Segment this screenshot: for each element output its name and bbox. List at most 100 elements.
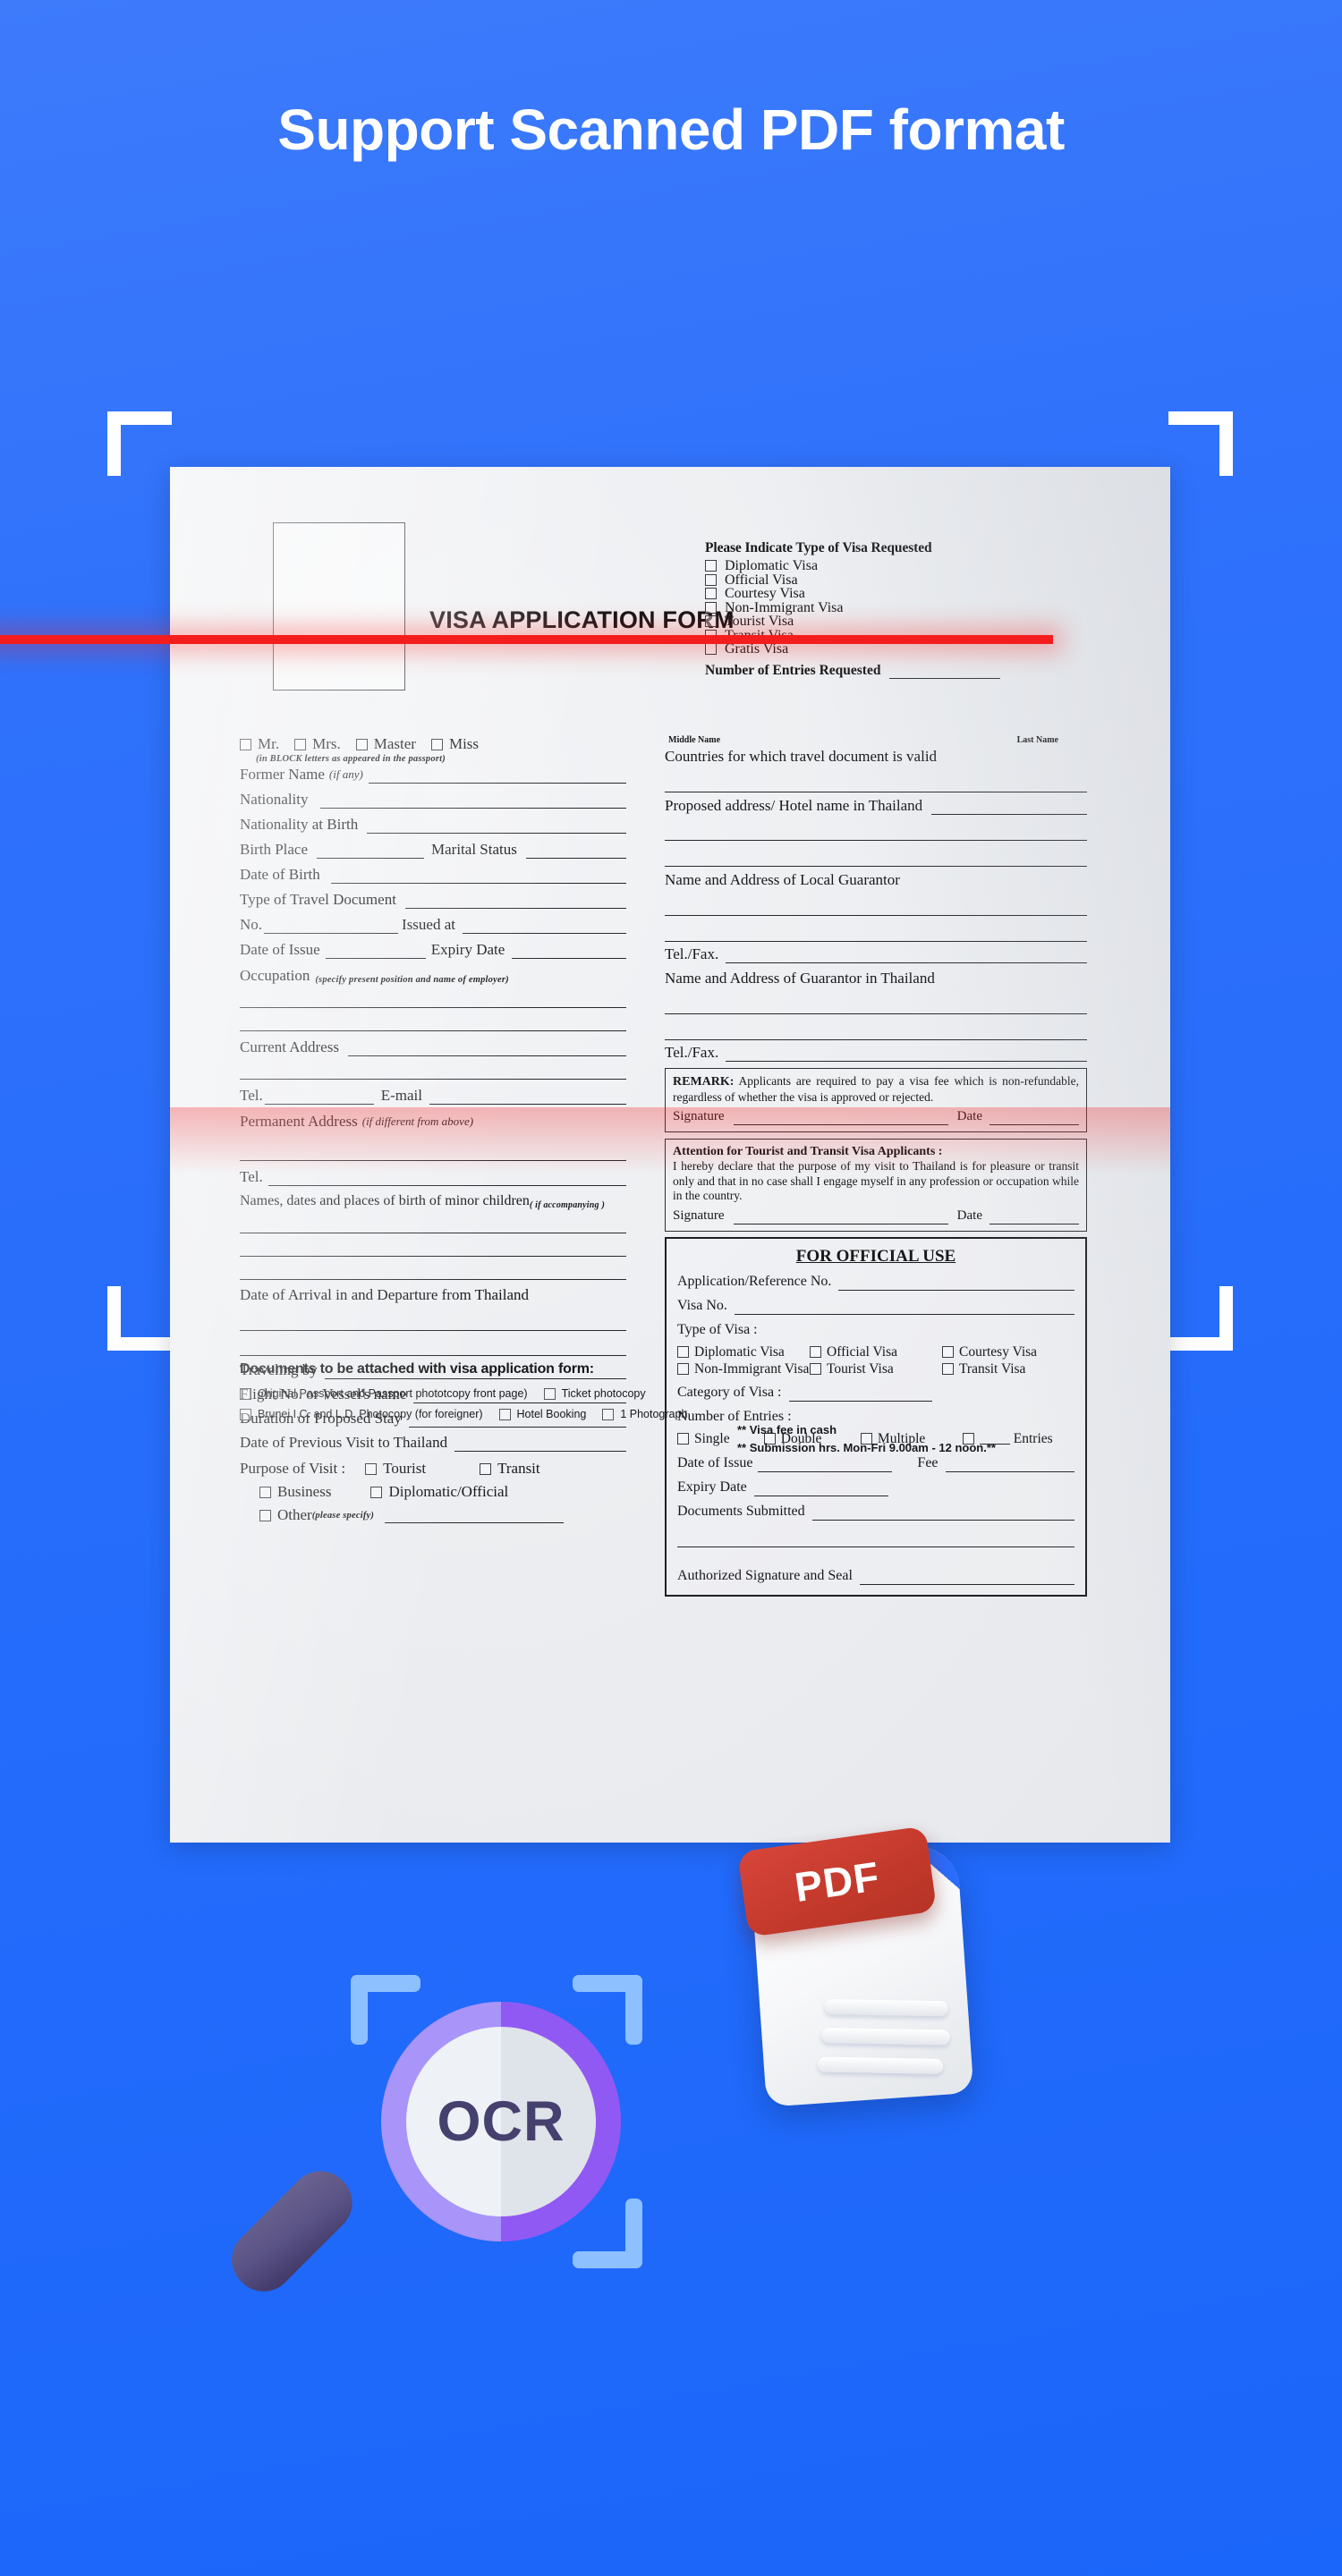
checkbox-icon[interactable]: [677, 1433, 689, 1445]
checkbox-icon[interactable]: [705, 588, 717, 600]
field-input[interactable]: [368, 768, 626, 784]
visa-type-option[interactable]: Courtesy Visa: [705, 587, 1000, 601]
field-documents-submitted-line-2[interactable]: [677, 1521, 1074, 1547]
checkbox-icon[interactable]: [370, 1486, 383, 1498]
field-input[interactable]: [347, 1041, 626, 1056]
visa-type-option[interactable]: Gratis Visa: [705, 642, 1000, 657]
field-input[interactable]: [264, 1089, 374, 1105]
field-input[interactable]: [404, 894, 626, 909]
field-input[interactable]: [454, 1436, 626, 1452]
checkbox-icon[interactable]: [365, 1462, 378, 1475]
checkbox-icon[interactable]: [259, 1509, 271, 1521]
checkbox-icon[interactable]: [240, 1408, 251, 1420]
field-input[interactable]: [726, 948, 1087, 963]
checkbox-icon[interactable]: [677, 1346, 689, 1358]
field-label: Countries for which travel document is v…: [665, 748, 938, 765]
field-input[interactable]: [463, 919, 626, 934]
field-input[interactable]: [512, 944, 626, 959]
visa-type-option[interactable]: Tourist Visa: [705, 614, 1000, 629]
checkbox-icon[interactable]: [810, 1346, 821, 1358]
ocr-magnifier-icon[interactable]: OCR: [219, 1950, 671, 2326]
visa-type-option[interactable]: Official Visa: [705, 572, 1000, 588]
field-occupation-line-1[interactable]: [240, 985, 626, 1008]
checkbox-icon[interactable]: [259, 1486, 271, 1498]
scanned-document-page[interactable]: VISA APPLICATION FORM Please Indicate Ty…: [170, 467, 1170, 1843]
entries-requested-input[interactable]: [889, 667, 1000, 679]
checkbox-icon[interactable]: [705, 560, 717, 572]
visa-type-option[interactable]: Non-Immigrant Visa: [705, 600, 1000, 615]
purpose-other-input[interactable]: [385, 1508, 565, 1523]
checkbox-icon[interactable]: [705, 615, 717, 628]
checkbox-icon[interactable]: [294, 738, 307, 750]
checkbox-icon[interactable]: [240, 738, 251, 750]
field-label: Visa No.: [677, 1297, 727, 1313]
field-input[interactable]: [317, 843, 425, 859]
document-checkbox-item[interactable]: Original Passport and Passport phototcop…: [240, 1387, 528, 1400]
document-checkbox-item[interactable]: Brunei I.C. and L.D. Photocopy (for fore…: [240, 1408, 483, 1420]
field-input[interactable]: [325, 944, 426, 959]
field-input[interactable]: [320, 793, 626, 809]
checkbox-icon[interactable]: [705, 601, 717, 614]
field-input[interactable]: [758, 1457, 893, 1472]
visa-type-option[interactable]: Diplomatic Visa: [705, 559, 1000, 573]
field-input[interactable]: [429, 1089, 626, 1105]
field-input[interactable]: [753, 1481, 888, 1496]
checkbox-icon[interactable]: [430, 738, 443, 750]
field-guarantor-line-1[interactable]: [665, 987, 1087, 1014]
page-title: Support Scanned PDF format: [277, 97, 1065, 162]
field-children-line-1[interactable]: [240, 1210, 626, 1233]
field-input[interactable]: [726, 1046, 1087, 1062]
field-input[interactable]: [811, 1505, 1074, 1521]
official-visa-type-option[interactable]: Official Visa: [810, 1344, 942, 1360]
signature-input[interactable]: [733, 1110, 948, 1125]
official-visa-type-option[interactable]: Diplomatic Visa: [677, 1344, 810, 1360]
field-arrival-line-1[interactable]: [240, 1304, 626, 1331]
document-checkbox-item[interactable]: 1 Photograph: [602, 1408, 687, 1420]
checkbox-icon[interactable]: [543, 1387, 556, 1400]
document-checkbox-item[interactable]: Ticket photocopy: [543, 1387, 646, 1400]
field-input[interactable]: [525, 843, 626, 859]
field-guarantor-line-2[interactable]: [665, 1014, 1087, 1040]
remark-text: Applicants are required to pay a visa fe…: [673, 1074, 1079, 1104]
checkbox-icon[interactable]: [498, 1408, 511, 1420]
checkbox-icon[interactable]: [240, 1387, 251, 1400]
document-checkbox-item[interactable]: Hotel Booking: [498, 1408, 586, 1420]
pdf-file-icon[interactable]: PDF: [731, 1809, 990, 2114]
date-input[interactable]: [990, 1110, 1079, 1125]
field-input[interactable]: [367, 818, 626, 834]
attention-heading: Attention for Tourist and Transit Visa A…: [673, 1145, 943, 1158]
field-local-guarantor-line-2[interactable]: [665, 916, 1087, 942]
date-input[interactable]: [990, 1209, 1079, 1224]
field-countries-valid-line[interactable]: [665, 766, 1087, 792]
field-children-line-2[interactable]: [240, 1233, 626, 1257]
visa-type-label: Diplomatic Visa: [725, 558, 819, 573]
field-input[interactable]: [330, 869, 626, 884]
field-arrival-line-2[interactable]: [240, 1331, 626, 1356]
signature-input[interactable]: [733, 1209, 948, 1224]
checkbox-icon[interactable]: [480, 1462, 492, 1475]
field-local-guarantor-line-1[interactable]: [665, 889, 1087, 916]
field-input[interactable]: [859, 1570, 1074, 1585]
field-occupation-line-2[interactable]: [240, 1008, 626, 1031]
checkbox-icon[interactable]: [942, 1346, 954, 1358]
official-visa-type-option[interactable]: Transit Visa: [942, 1361, 1074, 1377]
checkbox-icon[interactable]: [705, 643, 717, 656]
field-input[interactable]: [838, 1275, 1074, 1291]
field-input[interactable]: [734, 1300, 1074, 1315]
field-permanent-address: Permanent Address (if different from abo…: [240, 1113, 626, 1131]
official-visa-type-option[interactable]: Courtesy Visa: [942, 1344, 1074, 1360]
checkbox-icon[interactable]: [942, 1363, 954, 1375]
checkbox-icon[interactable]: [602, 1408, 615, 1420]
field-proposed-address-line-3[interactable]: [665, 841, 1087, 867]
field-input[interactable]: [268, 1171, 626, 1186]
field-proposed-address-line-2[interactable]: [665, 815, 1087, 841]
field-input[interactable]: [931, 800, 1087, 815]
checkbox-icon[interactable]: [705, 573, 717, 586]
field-input[interactable]: [945, 1457, 1074, 1472]
field-children-line-3[interactable]: [240, 1257, 626, 1280]
official-visa-type-option[interactable]: Tourist Visa: [810, 1361, 942, 1377]
field-current-address-line-2[interactable]: [240, 1056, 626, 1080]
checkbox-icon[interactable]: [355, 738, 368, 750]
field-input[interactable]: [264, 919, 399, 934]
field-permanent-address-line[interactable]: [240, 1131, 626, 1161]
